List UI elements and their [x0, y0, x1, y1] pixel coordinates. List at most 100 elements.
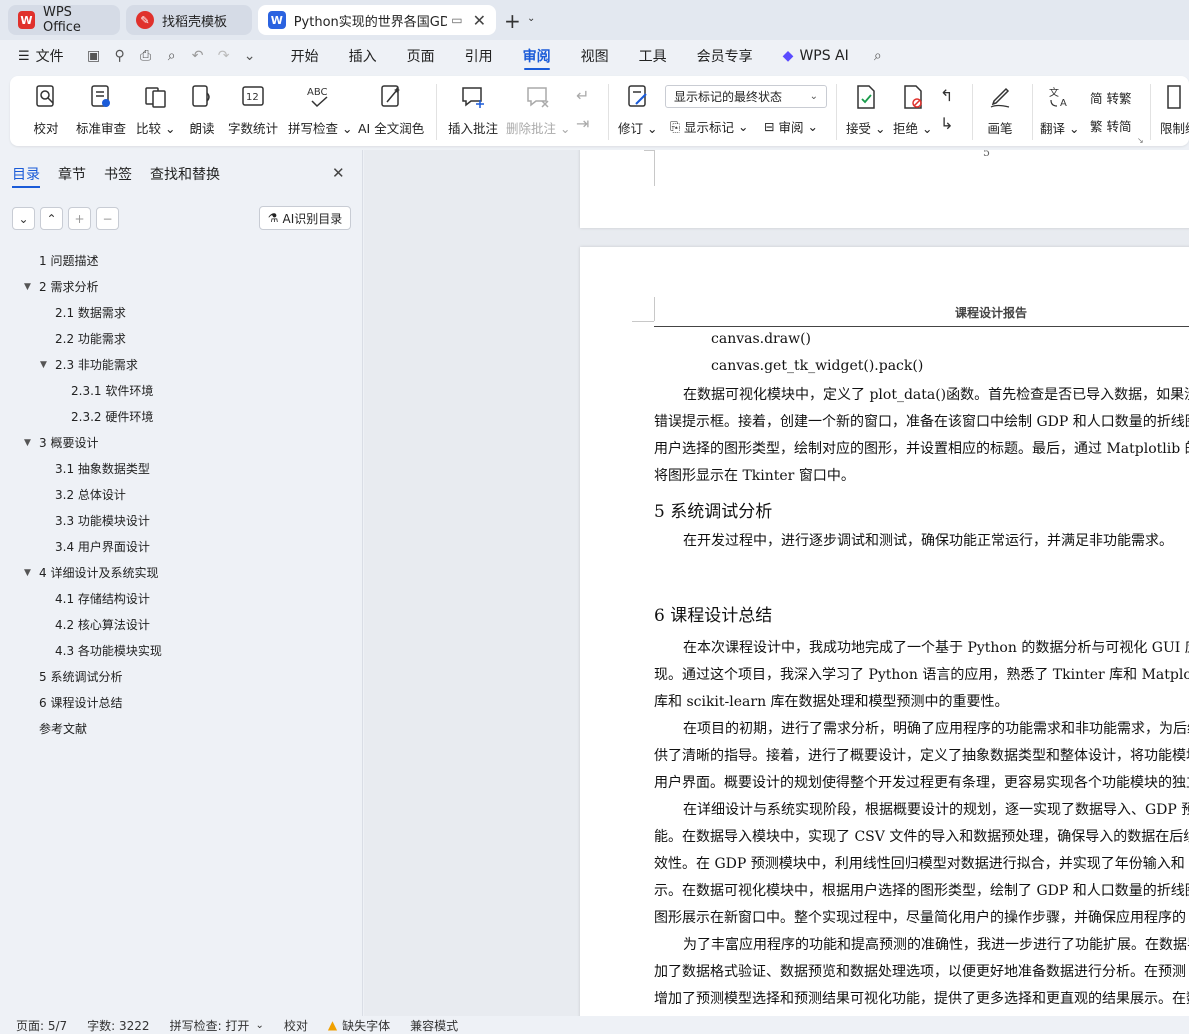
menu-insert[interactable]: 插入 [334, 40, 392, 72]
tab-docer[interactable]: ✎ 找稻壳模板 [126, 5, 252, 35]
previous-comment-icon[interactable]: ↵ [576, 86, 589, 105]
next-change-icon[interactable]: ↳ [940, 114, 953, 133]
spell-check-button[interactable]: ABC 拼写检查 ⌄ [288, 82, 352, 137]
redo-icon[interactable]: ↷ [214, 46, 234, 66]
toc-item[interactable]: 3.2 总体设计 [55, 486, 126, 503]
toc-item[interactable]: 2.2 功能需求 [55, 330, 126, 347]
word-count-button[interactable]: 12 字数统计 [228, 82, 278, 137]
toc-item[interactable]: 5 系统调试分析 [39, 668, 122, 685]
body-text-line: 错误提示框。接着，创建一个新的窗口，准备在该窗口中绘制 GDP 和人口数量的折线… [654, 414, 1189, 430]
collapse-all-button[interactable]: ⌃ [40, 207, 63, 230]
menu-member[interactable]: 会员专享 [682, 40, 768, 72]
show-markup-button[interactable]: ⎘ 显示标记 ⌄ [670, 117, 749, 136]
panel-tab-toc[interactable]: 目录 [12, 164, 40, 184]
standard-review-label: 标准审查 [76, 121, 127, 136]
body-text-line: 为了丰富应用程序的功能和提高预测的准确性，我进一步进行了功能扩展。在数据导 [683, 937, 1189, 953]
dialog-launcher-icon[interactable]: ↘ [1137, 136, 1144, 145]
to-simplified-button[interactable]: 繁 转简 [1090, 116, 1132, 135]
toc-item[interactable]: 3.3 功能模块设计 [55, 512, 150, 529]
toc-item[interactable]: 3.1 抽象数据类型 [55, 460, 150, 477]
toc-item[interactable]: ▼ 4 详细设计及系统实现 [24, 564, 158, 581]
translate-button[interactable]: 文A 翻译 ⌄ [1040, 82, 1079, 137]
toc-item[interactable]: 4.3 各功能模块实现 [55, 642, 162, 659]
search-icon[interactable]: ⌕ [868, 46, 888, 66]
previous-change-icon[interactable]: ↰ [940, 86, 953, 105]
toc-item[interactable]: ▼ 3 概要设计 [24, 434, 98, 451]
current-page: 课程设计报告 canvas.draw() canvas.get_tk_widget… [580, 247, 1189, 1016]
next-comment-icon[interactable]: ⇥ [576, 114, 589, 133]
more-chevron-icon[interactable]: ⌄ [240, 46, 260, 66]
proofread-label: 校对 [33, 121, 59, 136]
new-tab-icon[interactable]: + [504, 9, 521, 33]
panel-tab-sections[interactable]: 章节 [58, 164, 86, 184]
read-aloud-button[interactable]: 朗读 [188, 82, 216, 137]
toc-item[interactable]: 4.1 存储结构设计 [55, 590, 150, 607]
review-pane-button[interactable]: ⊟ 审阅 ⌄ [764, 117, 818, 136]
menu-tools[interactable]: 工具 [624, 40, 682, 72]
page-indicator[interactable]: 页面: 5/7 [0, 1017, 77, 1034]
toc-collapse-arrow-icon[interactable]: ▼ [40, 360, 47, 370]
revise-button[interactable]: 修订 ⌄ [618, 82, 657, 137]
print-preview-icon[interactable]: ⌕ [162, 46, 182, 66]
menu-wps-ai[interactable]: ◆ WPS AI [768, 40, 864, 72]
toc-collapse-arrow-icon[interactable]: ▼ [24, 438, 31, 448]
spell-check-status[interactable]: 拼写检查: 打开 ⌄ [160, 1017, 274, 1034]
toc-item[interactable]: 1 问题描述 [39, 252, 98, 269]
panel-tab-bookmarks[interactable]: 书签 [104, 164, 132, 184]
toc-item[interactable]: 4.2 核心算法设计 [55, 616, 150, 633]
spell-check-label: 拼写检查 ⌄ [288, 121, 353, 136]
word-count-icon: 12 [239, 82, 267, 112]
panel-tab-find-replace[interactable]: 查找和替换 [150, 164, 220, 184]
spell-check-icon: ABC [306, 82, 334, 112]
missing-font-status[interactable]: ▲ 缺失字体 [318, 1017, 400, 1034]
toc-item[interactable]: ▼ 2 需求分析 [24, 278, 98, 295]
reject-button[interactable]: 拒绝 ⌄ [893, 82, 932, 137]
toc-item[interactable]: 2.3.1 软件环境 [71, 382, 153, 399]
pen-icon [986, 82, 1014, 112]
expand-all-button[interactable]: ⌄ [12, 207, 35, 230]
close-tab-icon[interactable]: ✕ [473, 11, 486, 30]
promote-level-button[interactable]: + [68, 207, 91, 230]
proofread-button[interactable]: 校对 [32, 82, 60, 137]
toc-item[interactable]: 2.3.2 硬件环境 [71, 408, 153, 425]
standard-review-button[interactable]: 标准审查 [76, 82, 126, 137]
toc-collapse-arrow-icon[interactable]: ▼ [24, 282, 31, 292]
tab-wps-office[interactable]: W WPS Office [8, 5, 120, 35]
markup-state-select[interactable]: 显示标记的最终状态 ⌄ [665, 85, 827, 108]
toc-item[interactable]: ▼ 2.3 非功能需求 [40, 356, 138, 373]
delete-comment-icon [524, 82, 552, 112]
delete-comment-button[interactable]: 删除批注 ⌄ [506, 82, 570, 137]
toc-item[interactable]: 6 课程设计总结 [39, 694, 122, 711]
toc-item[interactable]: 2.1 数据需求 [55, 304, 126, 321]
navigation-panel: 目录 章节 书签 查找和替换 ✕ ⌄ ⌃ + − ⚗ AI识别目录 1 问题描述… [0, 150, 363, 1016]
demote-level-button[interactable]: − [96, 207, 119, 230]
menu-view[interactable]: 视图 [566, 40, 624, 72]
toc-collapse-arrow-icon[interactable]: ▼ [24, 568, 31, 578]
toc-item[interactable]: 参考文献 [39, 720, 87, 737]
pen-button[interactable]: 画笔 [986, 82, 1014, 137]
ai-recognize-toc-button[interactable]: ⚗ AI识别目录 [259, 206, 351, 230]
proofread-status[interactable]: 校对 [274, 1017, 318, 1034]
tab-document[interactable]: W Python实现的世界各国GDP和 ▭ ✕ [258, 5, 496, 35]
accept-button[interactable]: 接受 ⌄ [846, 82, 885, 137]
ai-polish-button[interactable]: AI 全文润色 [358, 82, 424, 137]
menu-review[interactable]: 审阅 [508, 40, 566, 72]
to-traditional-button[interactable]: 简 转繁 [1090, 88, 1132, 107]
undo-icon[interactable]: ↶ [188, 46, 208, 66]
close-panel-icon[interactable]: ✕ [332, 164, 345, 182]
toc-item[interactable]: 3.4 用户界面设计 [55, 538, 150, 555]
tab-list-chevron-icon[interactable]: ⌄ [527, 13, 535, 24]
word-count-status[interactable]: 字数: 3222 [77, 1017, 159, 1034]
menu-home[interactable]: 开始 [276, 40, 334, 72]
format-painter-icon[interactable]: ⚲ [110, 46, 130, 66]
menu-references[interactable]: 引用 [450, 40, 508, 72]
save-icon[interactable]: ▣ [84, 46, 104, 66]
print-icon[interactable]: ⎙ [136, 46, 156, 66]
menu-page[interactable]: 页面 [392, 40, 450, 72]
file-menu[interactable]: ☰ 文件 [0, 46, 72, 66]
review-pane-icon: ⊟ [764, 119, 775, 134]
insert-comment-button[interactable]: 插入批注 [448, 82, 498, 137]
restrict-editing-button[interactable]: 限制编 [1160, 82, 1189, 137]
compare-button[interactable]: 比较 ⌄ [136, 82, 175, 137]
toc-item-label: 2.2 功能需求 [55, 332, 126, 346]
